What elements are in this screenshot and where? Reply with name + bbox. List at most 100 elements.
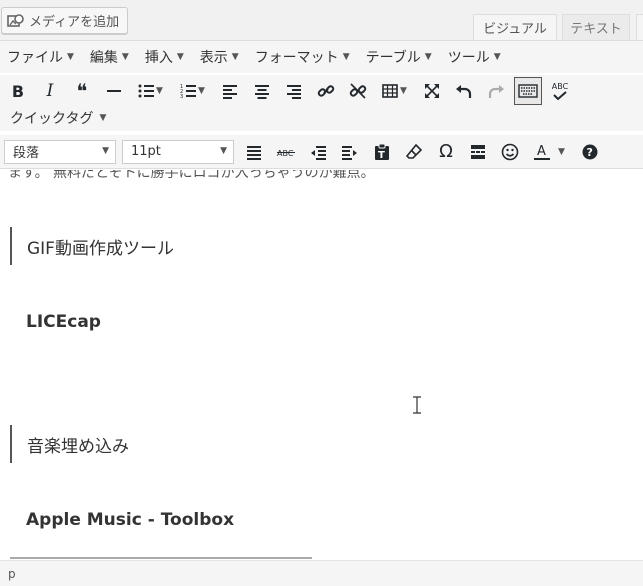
media-icon: [6, 12, 26, 30]
align-justify-icon: [247, 145, 261, 160]
special-character-button[interactable]: Ω: [432, 138, 460, 166]
editor-top-bar: メディアを追加 ビジュアル テキスト: [0, 0, 643, 40]
svg-text:3: 3: [180, 94, 183, 99]
italic-icon: I: [46, 81, 54, 101]
chevron-down-icon: ▼: [176, 52, 184, 62]
chevron-down-icon: ▼: [493, 52, 501, 62]
format-select-value: 段落: [13, 146, 40, 161]
font-size-value: 11pt: [131, 144, 161, 159]
align-right-icon: [287, 85, 301, 99]
bullet-list-icon: [138, 84, 154, 98]
toolbar-row-1: B I ❝ ▼ 123 ▼ ▼ ABC: [0, 75, 643, 107]
menu-format[interactable]: フォーマット ▼: [252, 47, 353, 67]
svg-text:ABC: ABC: [277, 149, 294, 158]
tool-name: Apple Music - Toolbox: [26, 510, 235, 530]
clear-formatting-button[interactable]: [400, 138, 428, 166]
bold-button[interactable]: B: [4, 77, 32, 105]
status-bar: p: [0, 560, 643, 586]
menu-format-label: フォーマット: [254, 50, 339, 66]
quote-icon: ❝: [76, 79, 88, 103]
toolbar-row-2: クイックタグ ▼: [0, 105, 643, 131]
chevron-down-icon: ▼: [342, 52, 350, 62]
indent-icon: [342, 145, 357, 160]
spellcheck-button[interactable]: ABC: [546, 77, 574, 105]
justify-button[interactable]: [240, 138, 268, 166]
chevron-down-icon[interactable]: ▼: [198, 86, 210, 96]
font-size-select[interactable]: 11pt ▼: [122, 139, 234, 164]
outdent-icon: [311, 145, 326, 160]
redo-button[interactable]: [482, 77, 510, 105]
menu-view[interactable]: 表示 ▼: [197, 47, 242, 67]
tab-extra[interactable]: [636, 14, 643, 40]
undo-button[interactable]: [450, 77, 478, 105]
tool-name: LICEcap: [26, 312, 101, 332]
align-center-icon: [255, 85, 269, 99]
align-center-button[interactable]: [248, 77, 276, 105]
fullscreen-icon: [425, 84, 439, 98]
blockquote-heading: GIF動画作成ツール: [10, 227, 174, 265]
align-left-icon: [223, 85, 237, 99]
strikethrough-icon: ABC: [277, 149, 295, 158]
menu-view-label: 表示: [199, 50, 228, 66]
format-select[interactable]: 段落 ▼: [4, 139, 116, 164]
indent-button[interactable]: [336, 138, 364, 166]
editor-content[interactable]: ます。 無料だとそトに勝手にロゴが入っちゃうのが難点。 GIF動画作成ツール L…: [0, 170, 643, 560]
menu-bar: ファイル ▼ 編集 ▼ 挿入 ▼ 表示 ▼ フォーマット ▼ テーブル ▼ ツール ▼: [0, 41, 643, 73]
add-media-label: メディアを追加: [29, 15, 120, 30]
keyboard-icon: [518, 84, 538, 98]
chevron-down-icon: ▼: [99, 113, 107, 123]
svg-text:?: ?: [587, 146, 593, 159]
add-media-button[interactable]: メディアを追加: [1, 7, 128, 34]
paragraph-text: ます。 無料だとそトに勝手にロゴが入っちゃうのが難点。: [8, 170, 375, 181]
chevron-down-icon[interactable]: ▼: [156, 86, 168, 96]
unlink-icon: [349, 83, 367, 99]
toolbar-toggle-button[interactable]: [514, 77, 542, 105]
bold-icon: B: [11, 81, 25, 101]
insert-link-button[interactable]: [312, 77, 340, 105]
clipboard-icon: T: [375, 143, 389, 161]
menu-file[interactable]: ファイル ▼: [4, 47, 77, 67]
remove-link-button[interactable]: [344, 77, 372, 105]
redo-icon: [488, 85, 504, 98]
chevron-down-icon[interactable]: ▼: [558, 147, 570, 157]
align-left-button[interactable]: [216, 77, 244, 105]
horizontal-line-button[interactable]: [100, 77, 128, 105]
menu-tools[interactable]: ツール ▼: [445, 47, 504, 67]
align-right-button[interactable]: [280, 77, 308, 105]
link-icon: [317, 85, 335, 97]
fullscreen-button[interactable]: [418, 77, 446, 105]
insert-more-button[interactable]: [464, 138, 492, 166]
quicktag-menu[interactable]: クイックタグ ▼: [4, 108, 106, 128]
text-color-icon: A: [534, 144, 550, 160]
menu-edit[interactable]: 編集 ▼: [87, 47, 132, 67]
chevron-down-icon[interactable]: ▼: [400, 86, 412, 96]
element-path[interactable]: p: [8, 567, 16, 581]
horizontal-line-icon: [107, 90, 121, 92]
tab-visual[interactable]: ビジュアル: [473, 14, 557, 40]
blockquote-heading: 音楽埋め込み: [10, 425, 129, 463]
menu-file-label: ファイル: [7, 50, 63, 66]
emoji-button[interactable]: [496, 138, 524, 166]
smiley-icon: [501, 143, 519, 160]
text-color-button[interactable]: A: [528, 138, 556, 166]
spellcheck-icon: ABC: [551, 81, 569, 100]
chevron-down-icon: ▼: [67, 52, 74, 62]
chevron-down-icon: ▼: [231, 52, 239, 62]
help-button[interactable]: ?: [576, 138, 604, 166]
menu-table[interactable]: テーブル ▼: [363, 47, 435, 67]
outdent-button[interactable]: [304, 138, 332, 166]
read-more-icon: [471, 144, 485, 159]
chevron-down-icon: ▼: [121, 52, 129, 62]
paste-as-text-button[interactable]: T: [368, 138, 396, 166]
help-icon: ?: [582, 144, 598, 159]
italic-button[interactable]: I: [36, 77, 64, 105]
menu-insert-label: 挿入: [144, 50, 173, 66]
menu-insert[interactable]: 挿入 ▼: [142, 47, 187, 67]
eraser-icon: [406, 143, 422, 159]
blockquote-button[interactable]: ❝: [68, 77, 96, 105]
tab-text[interactable]: テキスト: [562, 14, 630, 40]
spellcheck-label: ABC: [551, 81, 569, 91]
menu-edit-label: 編集: [89, 50, 118, 66]
numbered-list-icon: 123: [180, 84, 196, 99]
strikethrough-button[interactable]: ABC: [272, 138, 300, 166]
